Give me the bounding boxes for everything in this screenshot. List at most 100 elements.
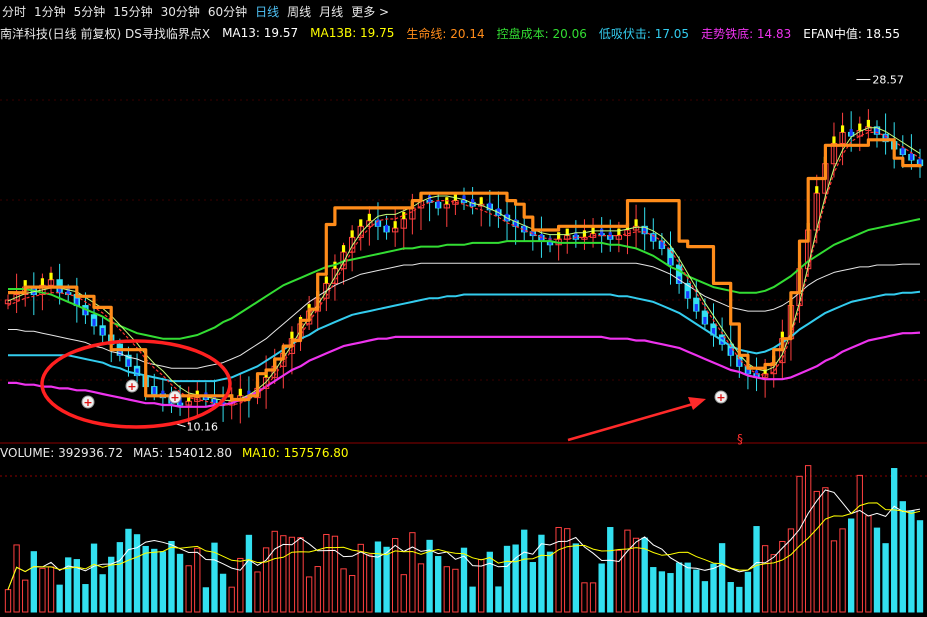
- trend-block: [341, 245, 346, 253]
- volume-bar: [624, 529, 631, 613]
- trend-block: [101, 328, 105, 336]
- volume-bar: [916, 520, 924, 613]
- low-price-label: 10.16: [186, 421, 218, 434]
- trend-block: [617, 228, 621, 236]
- volume-bar: [435, 556, 442, 613]
- trend-block: [737, 359, 741, 367]
- volume-bar: [245, 534, 253, 613]
- volume-bar: [202, 587, 210, 613]
- volume-bar: [237, 557, 244, 613]
- trend-block: [600, 228, 604, 236]
- high-price-label: 28.57: [872, 74, 904, 87]
- buy-marker-glyph-3: +: [716, 391, 725, 404]
- volume-bar: [744, 571, 752, 613]
- trend-block: [866, 119, 870, 127]
- volume-bar: [865, 515, 872, 613]
- volume-bar: [813, 490, 820, 613]
- volume-bar: [142, 545, 149, 613]
- volume-bar: [452, 568, 459, 613]
- volume-bar: [314, 566, 321, 613]
- volume-bar: [804, 465, 812, 613]
- volume-bar: [22, 579, 29, 613]
- kline-chart[interactable]: 28.57 10.16 + + + + §: [0, 0, 927, 617]
- volume-bar: [478, 558, 485, 613]
- volume-bar: [675, 562, 683, 613]
- volume-bar: [348, 575, 356, 613]
- arrow-head: [688, 397, 706, 410]
- trend-block: [359, 219, 363, 227]
- trend-block: [238, 388, 242, 396]
- volume-bar: [529, 562, 536, 613]
- volume-bar: [228, 586, 235, 613]
- volume-bar: [409, 532, 416, 613]
- volume-bar: [650, 567, 657, 613]
- life-line: [7, 138, 922, 402]
- trend-block: [703, 316, 707, 324]
- buy-marker-glyph-0: +: [83, 396, 92, 409]
- volume-bar: [90, 543, 98, 613]
- volume-bar: [848, 518, 855, 613]
- volume-bar: [512, 544, 519, 613]
- volume-bar: [572, 543, 580, 613]
- volume-bar: [159, 551, 167, 613]
- volume-bar: [400, 574, 407, 613]
- trend-block: [367, 213, 371, 221]
- volume-bar: [753, 526, 760, 613]
- volume-bar: [830, 540, 838, 613]
- volume-bar: [288, 536, 296, 613]
- volume-bar: [555, 526, 562, 613]
- volume-bar: [779, 540, 786, 613]
- trend-block: [660, 241, 664, 249]
- volume-bar: [839, 528, 846, 613]
- volume-bar: [56, 584, 63, 613]
- volume-bar: [323, 533, 330, 613]
- volume-bar: [176, 553, 184, 613]
- volume-bar: [658, 571, 666, 613]
- trend-block: [840, 125, 845, 133]
- volume-bar: [185, 565, 192, 613]
- volume-bar: [357, 543, 364, 613]
- trend-block: [694, 304, 698, 312]
- volume-bar: [882, 543, 889, 613]
- trend-block: [909, 153, 913, 161]
- volume-bar: [4, 589, 12, 613]
- volume-bar: [503, 545, 511, 613]
- trend-block: [668, 258, 673, 266]
- buy-marker-glyph-1: +: [127, 380, 136, 393]
- volume-bar: [822, 487, 829, 613]
- volume-bar: [340, 568, 347, 613]
- volume-bar: [125, 528, 132, 613]
- trend-block: [49, 272, 53, 280]
- trend-block: [858, 123, 862, 131]
- volume-bar: [873, 527, 881, 613]
- volume-bar: [305, 576, 313, 613]
- volume-bar: [417, 563, 425, 613]
- trend-block: [686, 291, 690, 299]
- volume-bar: [30, 551, 37, 613]
- volume-bar: [727, 582, 734, 613]
- volume-bar: [632, 537, 640, 613]
- volume-bar: [701, 581, 709, 613]
- volume-bar: [116, 542, 124, 613]
- volume-bar: [383, 546, 390, 613]
- volume-bar: [693, 569, 700, 613]
- volume-bar: [297, 537, 304, 613]
- trend-block: [479, 197, 483, 205]
- volume-bar: [486, 551, 493, 613]
- volume-bar: [254, 571, 261, 613]
- trend-block: [815, 186, 819, 194]
- volume-bar: [99, 574, 106, 613]
- trend-block: [634, 219, 638, 227]
- trend-block: [582, 230, 587, 238]
- volume-bar: [495, 586, 502, 613]
- volume-bar: [736, 586, 743, 613]
- volume-bar: [443, 566, 450, 613]
- volume-bar: [856, 474, 863, 613]
- volume-bar: [280, 535, 287, 613]
- trend-block: [350, 230, 354, 238]
- volume-bar: [469, 586, 476, 613]
- arrow-shaft: [567, 402, 694, 442]
- volume-bar: [39, 567, 46, 613]
- green-ma-line: [8, 218, 921, 340]
- volume-bar: [908, 510, 915, 613]
